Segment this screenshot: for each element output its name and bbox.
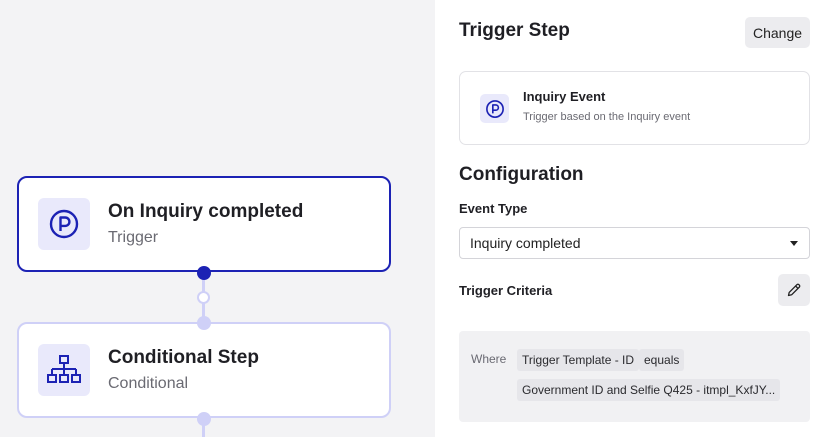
edit-criteria-button[interactable] xyxy=(778,274,810,306)
event-type-select[interactable]: Inquiry completed xyxy=(459,227,810,259)
trigger-node[interactable]: On Inquiry completed Trigger xyxy=(17,176,391,272)
event-description: Trigger based on the Inquiry event xyxy=(523,111,691,123)
hierarchy-icon xyxy=(38,344,90,396)
change-button[interactable]: Change xyxy=(745,17,810,48)
node-title: On Inquiry completed xyxy=(108,201,304,222)
trigger-criteria-label: Trigger Criteria xyxy=(459,283,553,298)
input-handle[interactable] xyxy=(197,316,211,330)
output-handle[interactable] xyxy=(197,266,211,280)
panel-title: Trigger Step xyxy=(459,20,570,41)
node-title: Conditional Step xyxy=(108,347,259,368)
where-label: Where xyxy=(471,352,507,366)
step-config-panel: Trigger Step Change Inquiry Event Trigge… xyxy=(435,0,828,437)
event-card: Inquiry Event Trigger based on the Inqui… xyxy=(459,71,810,145)
persona-p-icon xyxy=(38,198,90,250)
criteria-operator-chip: equals xyxy=(639,349,685,371)
event-name: Inquiry Event xyxy=(523,89,606,104)
workflow-canvas[interactable]: On Inquiry completed Trigger Conditional… xyxy=(0,0,435,437)
caret-down-icon xyxy=(790,241,798,246)
event-type-value: Inquiry completed xyxy=(470,235,581,251)
criteria-box: Where Trigger Template - ID equals Gover… xyxy=(459,331,810,422)
persona-p-icon xyxy=(480,94,509,123)
node-subtitle: Trigger xyxy=(108,229,159,246)
conditional-node[interactable]: Conditional Step Conditional xyxy=(17,322,391,418)
criteria-field-chip: Trigger Template - ID xyxy=(517,349,640,371)
criteria-value-chip: Government ID and Selfie Q425 - itmpl_Kx… xyxy=(517,379,781,401)
event-type-label: Event Type xyxy=(459,201,528,216)
pencil-icon xyxy=(787,283,801,297)
node-subtitle: Conditional xyxy=(108,375,189,392)
output-handle[interactable] xyxy=(197,412,211,426)
add-step-handle[interactable] xyxy=(197,291,210,304)
configuration-heading: Configuration xyxy=(459,164,584,185)
